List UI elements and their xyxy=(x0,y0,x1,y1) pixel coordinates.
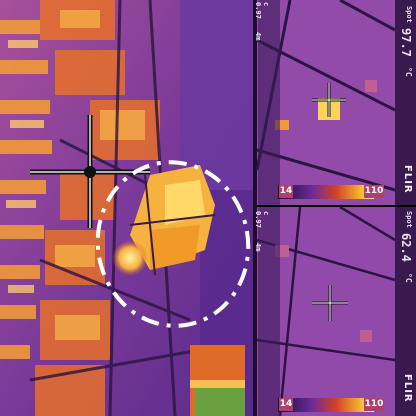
temperature-unit: °C xyxy=(404,273,413,283)
param-line: 0.97 xyxy=(254,2,262,19)
temperature-unit: °C xyxy=(404,67,413,77)
thermal-scene xyxy=(0,0,416,416)
thermal-image-composite: Spot 97.7 °C c 0.97 4m 14 110 FLIR Spot … xyxy=(0,0,416,416)
top-right-thermal-panel xyxy=(255,0,416,205)
spot-temperature: 62.4 xyxy=(399,233,413,262)
bottom-right-thermal-panel xyxy=(256,205,416,416)
scale-min-value: 14 xyxy=(279,398,293,411)
spot-label: Spot xyxy=(405,211,413,228)
param-line: 4m xyxy=(254,32,262,41)
left-thermal-view xyxy=(0,0,255,416)
spot-temperature: 97.7 xyxy=(399,28,413,57)
scale-max-value: 110 xyxy=(364,398,384,411)
brand-logo: FLIR xyxy=(402,374,413,403)
scale-max-value: 110 xyxy=(364,185,384,198)
param-line: 4m xyxy=(254,243,262,252)
spot-label: Spot xyxy=(405,6,413,23)
param-line: 0.97 xyxy=(254,211,262,228)
param-line: c xyxy=(262,2,270,7)
brand-logo: FLIR xyxy=(402,165,413,194)
param-line: c xyxy=(262,211,270,216)
scale-min-value: 14 xyxy=(279,185,293,198)
